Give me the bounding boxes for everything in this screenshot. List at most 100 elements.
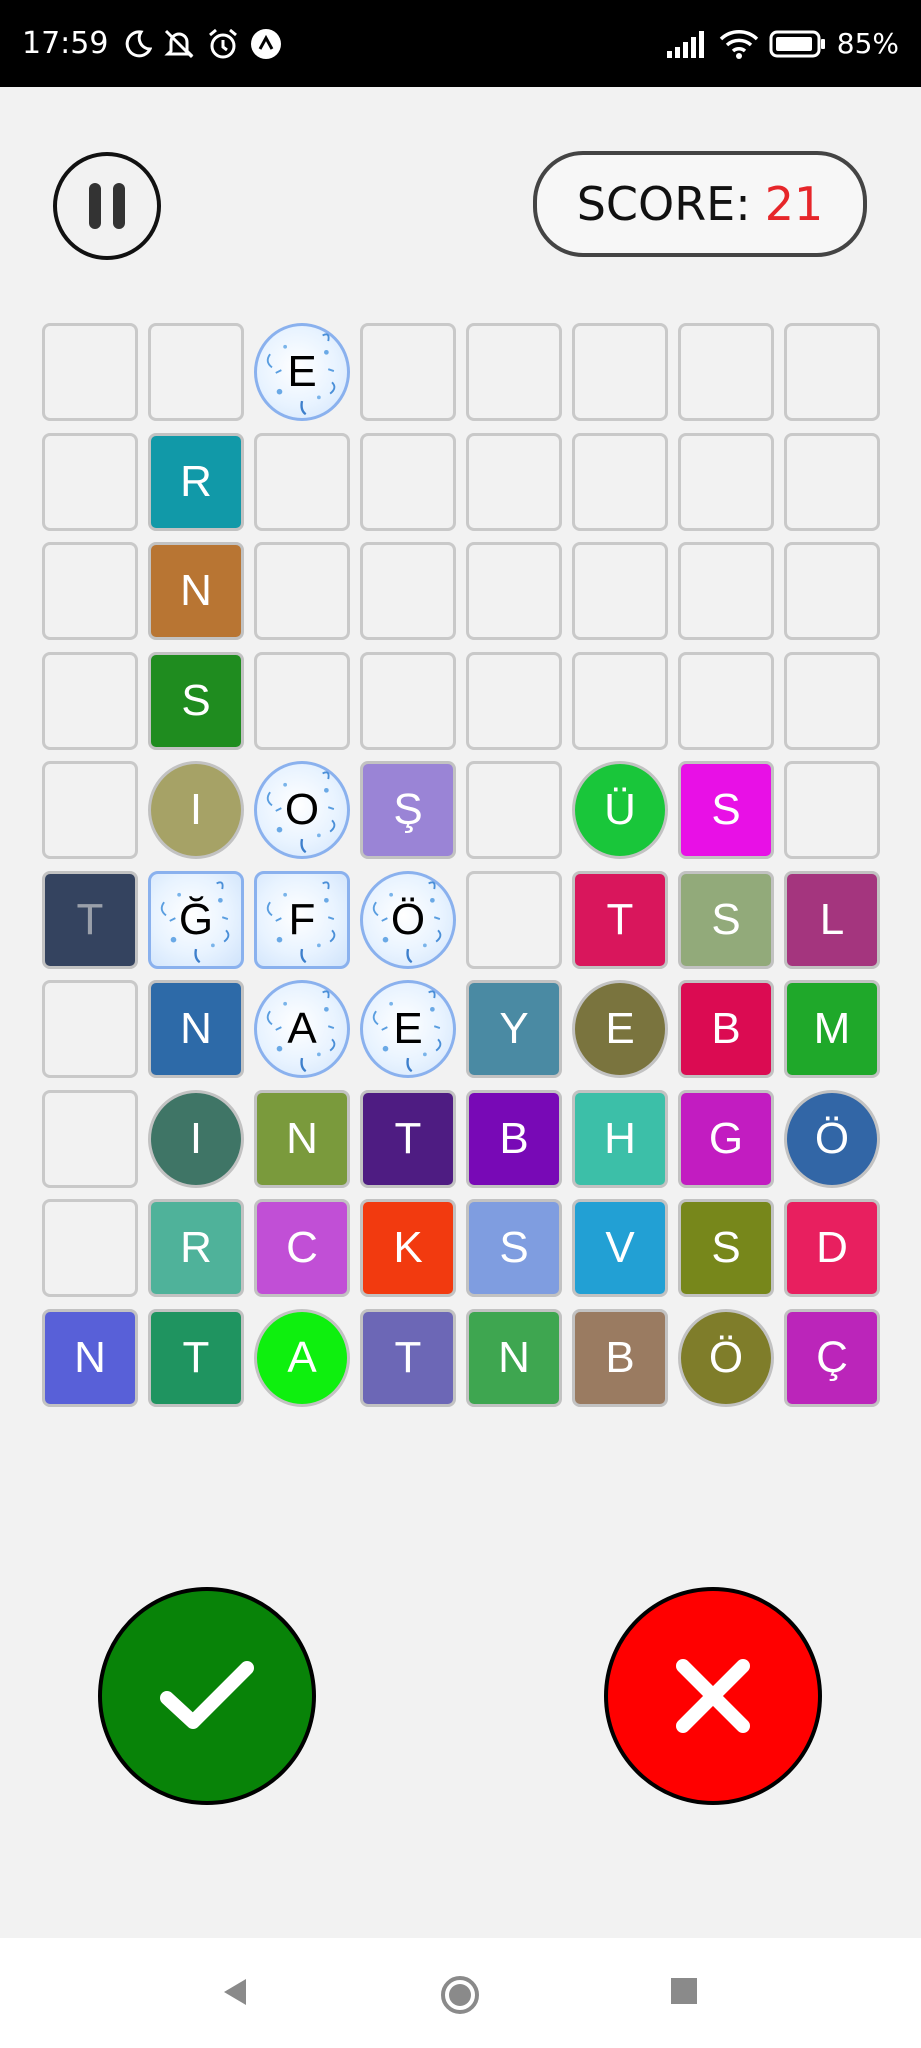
empty-cell xyxy=(572,432,668,531)
recents-icon[interactable] xyxy=(668,1975,700,2007)
selected-letter-tile[interactable]: Ö xyxy=(360,870,456,969)
letter-tile[interactable]: N xyxy=(148,980,244,1078)
back-icon[interactable] xyxy=(218,1975,252,2009)
letter-tile[interactable]: A xyxy=(254,1308,350,1407)
tile-letter: N xyxy=(498,1332,530,1382)
letter-tile[interactable]: N xyxy=(466,1308,562,1407)
letter-tile[interactable]: B xyxy=(678,980,774,1078)
tile-letter: Y xyxy=(499,1004,529,1053)
letter-tile[interactable]: T xyxy=(572,870,668,969)
tile-letter: A xyxy=(287,1004,317,1053)
signal-icon xyxy=(665,29,709,59)
letter-tile[interactable]: E xyxy=(572,980,668,1078)
empty-cell xyxy=(784,651,880,750)
pause-button[interactable] xyxy=(53,152,161,260)
empty-cell xyxy=(148,323,244,421)
letter-tile[interactable]: T xyxy=(360,1308,456,1407)
selected-letter-tile[interactable]: A xyxy=(254,980,350,1078)
tile-letter: F xyxy=(288,894,316,944)
letter-tile[interactable]: V xyxy=(572,1199,668,1297)
tile-letter: Ö xyxy=(390,894,426,944)
empty-cell xyxy=(42,651,138,750)
letter-tile[interactable]: T xyxy=(360,1089,456,1188)
letter-tile[interactable]: B xyxy=(572,1308,668,1407)
empty-cell xyxy=(784,761,880,859)
letter-tile[interactable]: B xyxy=(466,1089,562,1188)
letter-tile[interactable]: N xyxy=(254,1089,350,1188)
selected-letter-tile[interactable]: E xyxy=(254,323,350,421)
score-label: SCORE: xyxy=(576,177,751,231)
tile-letter: T xyxy=(394,1332,422,1382)
letter-tile[interactable]: Ç xyxy=(784,1308,880,1407)
tile-letter: T xyxy=(606,894,634,944)
cancel-button[interactable] xyxy=(604,1587,822,1805)
pause-icon xyxy=(113,183,125,229)
empty-cell xyxy=(360,651,456,750)
letter-tile[interactable]: G xyxy=(678,1089,774,1188)
letter-tile[interactable]: N xyxy=(42,1308,138,1407)
tile-letter: D xyxy=(816,1223,848,1272)
letter-tile[interactable]: C xyxy=(254,1199,350,1297)
letter-tile[interactable]: Ş xyxy=(360,761,456,859)
letter-tile[interactable]: S xyxy=(678,1199,774,1297)
letter-tile[interactable]: S xyxy=(466,1199,562,1297)
confirm-button[interactable] xyxy=(98,1587,316,1805)
letter-tile[interactable]: S xyxy=(678,761,774,859)
empty-cell xyxy=(42,1089,138,1188)
tile-letter: H xyxy=(604,1113,636,1163)
letter-tile[interactable]: K xyxy=(360,1199,456,1297)
letter-tile[interactable]: H xyxy=(572,1089,668,1188)
letter-board: E R N S I O Ş Ü S T Ğ F Ö T S L N A E Y E B M I N T B H G Ö R C K S V S D N T A… xyxy=(42,323,880,1408)
checkmark-icon xyxy=(160,1661,254,1729)
letter-tile[interactable]: Ö xyxy=(784,1089,880,1188)
tile-letter: T xyxy=(76,894,104,944)
wifi-icon xyxy=(719,28,759,60)
tile-letter: R xyxy=(180,456,212,506)
selected-letter-tile[interactable]: O xyxy=(254,761,350,859)
letter-tile[interactable]: R xyxy=(148,1199,244,1297)
tile-letter: C xyxy=(286,1223,318,1272)
letter-tile[interactable]: Ü xyxy=(572,761,668,859)
tile-letter: S xyxy=(181,675,211,725)
empty-cell xyxy=(572,651,668,750)
letter-tile[interactable]: D xyxy=(784,1199,880,1297)
selected-letter-tile[interactable]: F xyxy=(254,870,350,969)
tile-letter: K xyxy=(393,1223,423,1272)
tile-letter: Ş xyxy=(393,785,423,834)
selected-letter-tile[interactable]: E xyxy=(360,980,456,1078)
tile-letter: Ö xyxy=(708,1332,744,1382)
tile-letter: G xyxy=(708,1113,744,1163)
empty-cell xyxy=(784,432,880,531)
home-icon[interactable] xyxy=(440,1975,480,2015)
letter-tile[interactable]: I xyxy=(148,761,244,859)
letter-tile[interactable]: L xyxy=(784,870,880,969)
letter-tile[interactable]: R xyxy=(148,432,244,531)
battery-percent: 85% xyxy=(836,27,899,60)
status-time: 17:59 xyxy=(22,26,109,61)
letter-tile[interactable]: S xyxy=(148,651,244,750)
selected-letter-tile[interactable]: Ğ xyxy=(148,870,244,969)
letter-tile[interactable]: I xyxy=(148,1089,244,1188)
empty-cell xyxy=(360,323,456,421)
letter-tile[interactable]: M xyxy=(784,980,880,1078)
pause-icon xyxy=(89,183,101,229)
empty-cell xyxy=(42,1199,138,1297)
empty-cell xyxy=(466,651,562,750)
letter-tile[interactable]: T xyxy=(42,870,138,969)
navigation-bar xyxy=(0,1938,921,2048)
letter-tile[interactable]: S xyxy=(678,870,774,969)
letter-tile[interactable]: Ö xyxy=(678,1308,774,1407)
empty-cell xyxy=(42,432,138,531)
empty-cell xyxy=(42,323,138,421)
letter-tile[interactable]: N xyxy=(148,542,244,640)
tile-letter: N xyxy=(180,1004,212,1053)
letter-tile[interactable]: Y xyxy=(466,980,562,1078)
tile-letter: T xyxy=(182,1332,210,1382)
status-bar: 17:59 85% xyxy=(0,0,921,87)
tile-letter: E xyxy=(393,1004,423,1053)
letter-tile[interactable]: T xyxy=(148,1308,244,1407)
tile-letter: B xyxy=(605,1332,635,1382)
tile-letter: S xyxy=(711,1223,741,1272)
tile-letter: N xyxy=(286,1113,318,1163)
empty-cell xyxy=(360,432,456,531)
